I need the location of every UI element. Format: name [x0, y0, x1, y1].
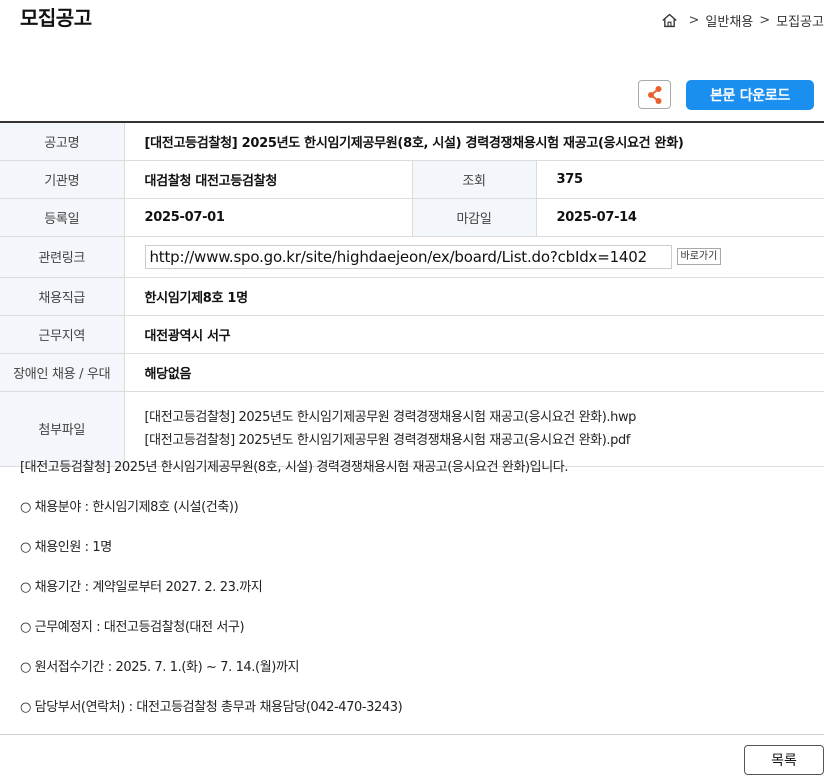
list-button[interactable]: 목록 [744, 745, 824, 775]
breadcrumb-item-notice[interactable]: 모집공고 [776, 11, 824, 30]
value-disability: 해당없음 [124, 353, 824, 392]
go-link-button[interactable]: 바로가기 [676, 248, 722, 265]
value-agency: 대검찰청 대전고등검찰청 [124, 160, 412, 199]
page-title: 모집공고 [20, 6, 92, 30]
label-agency: 기관명 [0, 160, 125, 199]
value-views: 375 [536, 160, 824, 199]
label-registered: 등록일 [0, 198, 125, 237]
table-row: 등록일 2025-07-01 마감일 2025-07-14 [0, 198, 824, 237]
table-row: 장애인 채용 / 우대 해당없음 [0, 353, 824, 392]
value-attachments: [대전고등검찰청] 2025년도 한시임기제공무원 경력경쟁채용시험 재공고(응… [124, 391, 824, 467]
divider [0, 734, 824, 735]
label-deadline: 마감일 [411, 198, 537, 237]
label-related-link: 관련링크 [0, 236, 125, 278]
breadcrumb-item-general-hiring[interactable]: 일반채용 [705, 11, 753, 30]
label-disability: 장애인 채용 / 우대 [0, 353, 125, 392]
breadcrumb-separator: > [759, 13, 771, 28]
related-link-field[interactable]: http://www.spo.go.kr/site/highdaejeon/ex… [144, 244, 672, 269]
download-body-button[interactable]: 본문 다운로드 [686, 80, 814, 110]
share-button[interactable] [638, 80, 671, 109]
body-paragraph: ○ 원서접수기간 : 2025. 7. 1.(화) ~ 7. 14.(월)까지 [20, 660, 300, 675]
home-icon[interactable] [661, 12, 678, 29]
body-paragraph: ○ 근무예정지 : 대전고등검찰청(대전 서구) [20, 620, 245, 635]
label-attachments: 첨부파일 [0, 391, 125, 467]
body-paragraph: [대전고등검찰청] 2025년 한시임기제공무원(8호, 시설) 경력경쟁채용시… [20, 460, 569, 475]
table-row: 관련링크 http://www.spo.go.kr/site/highdaeje… [0, 236, 824, 278]
value-location: 대전광역시 서구 [124, 315, 824, 354]
body-paragraph: ○ 담당부서(연락처) : 대전고등검찰청 총무과 채용담당(042-470-3… [20, 700, 403, 715]
table-row: 첨부파일 [대전고등검찰청] 2025년도 한시임기제공무원 경력경쟁채용시험 … [0, 391, 824, 467]
breadcrumb-separator: > [688, 13, 700, 28]
value-registered: 2025-07-01 [124, 198, 412, 237]
label-title: 공고명 [0, 122, 125, 161]
share-icon [647, 85, 661, 104]
value-title: [대전고등검찰청] 2025년도 한시임기제공무원(8호, 시설) 경력경쟁채용… [124, 122, 824, 161]
label-location: 근무지역 [0, 315, 125, 354]
table-row: 근무지역 대전광역시 서구 [0, 315, 824, 354]
table-row: 기관명 대검찰청 대전고등검찰청 조회 375 [0, 160, 824, 199]
value-related-link: http://www.spo.go.kr/site/highdaejeon/ex… [124, 236, 824, 278]
label-views: 조회 [411, 160, 537, 199]
value-position: 한시임기제8호 1명 [124, 277, 824, 316]
value-deadline: 2025-07-14 [536, 198, 824, 237]
breadcrumb: > 일반채용 > 모집공고 [661, 11, 824, 30]
label-position: 채용직급 [0, 277, 125, 316]
attachment-pdf-link[interactable]: [대전고등검찰청] 2025년도 한시임기제공무원 경력경쟁채용시험 재공고(응… [145, 429, 824, 452]
body-paragraph: ○ 채용기간 : 계약일로부터 2027. 2. 23.까지 [20, 580, 263, 595]
notice-info-table: 공고명 [대전고등검찰청] 2025년도 한시임기제공무원(8호, 시설) 경력… [0, 121, 824, 467]
body-paragraph: ○ 채용인원 : 1명 [20, 540, 112, 555]
body-paragraph: ○ 채용분야 : 한시임기제8호 (시설(건축)) [20, 500, 239, 515]
notice-body: [대전고등검찰청] 2025년 한시임기제공무원(8호, 시설) 경력경쟁채용시… [20, 458, 810, 738]
table-row: 채용직급 한시임기제8호 1명 [0, 277, 824, 316]
attachment-hwp-link[interactable]: [대전고등검찰청] 2025년도 한시임기제공무원 경력경쟁채용시험 재공고(응… [145, 406, 824, 429]
table-row: 공고명 [대전고등검찰청] 2025년도 한시임기제공무원(8호, 시설) 경력… [0, 122, 824, 161]
